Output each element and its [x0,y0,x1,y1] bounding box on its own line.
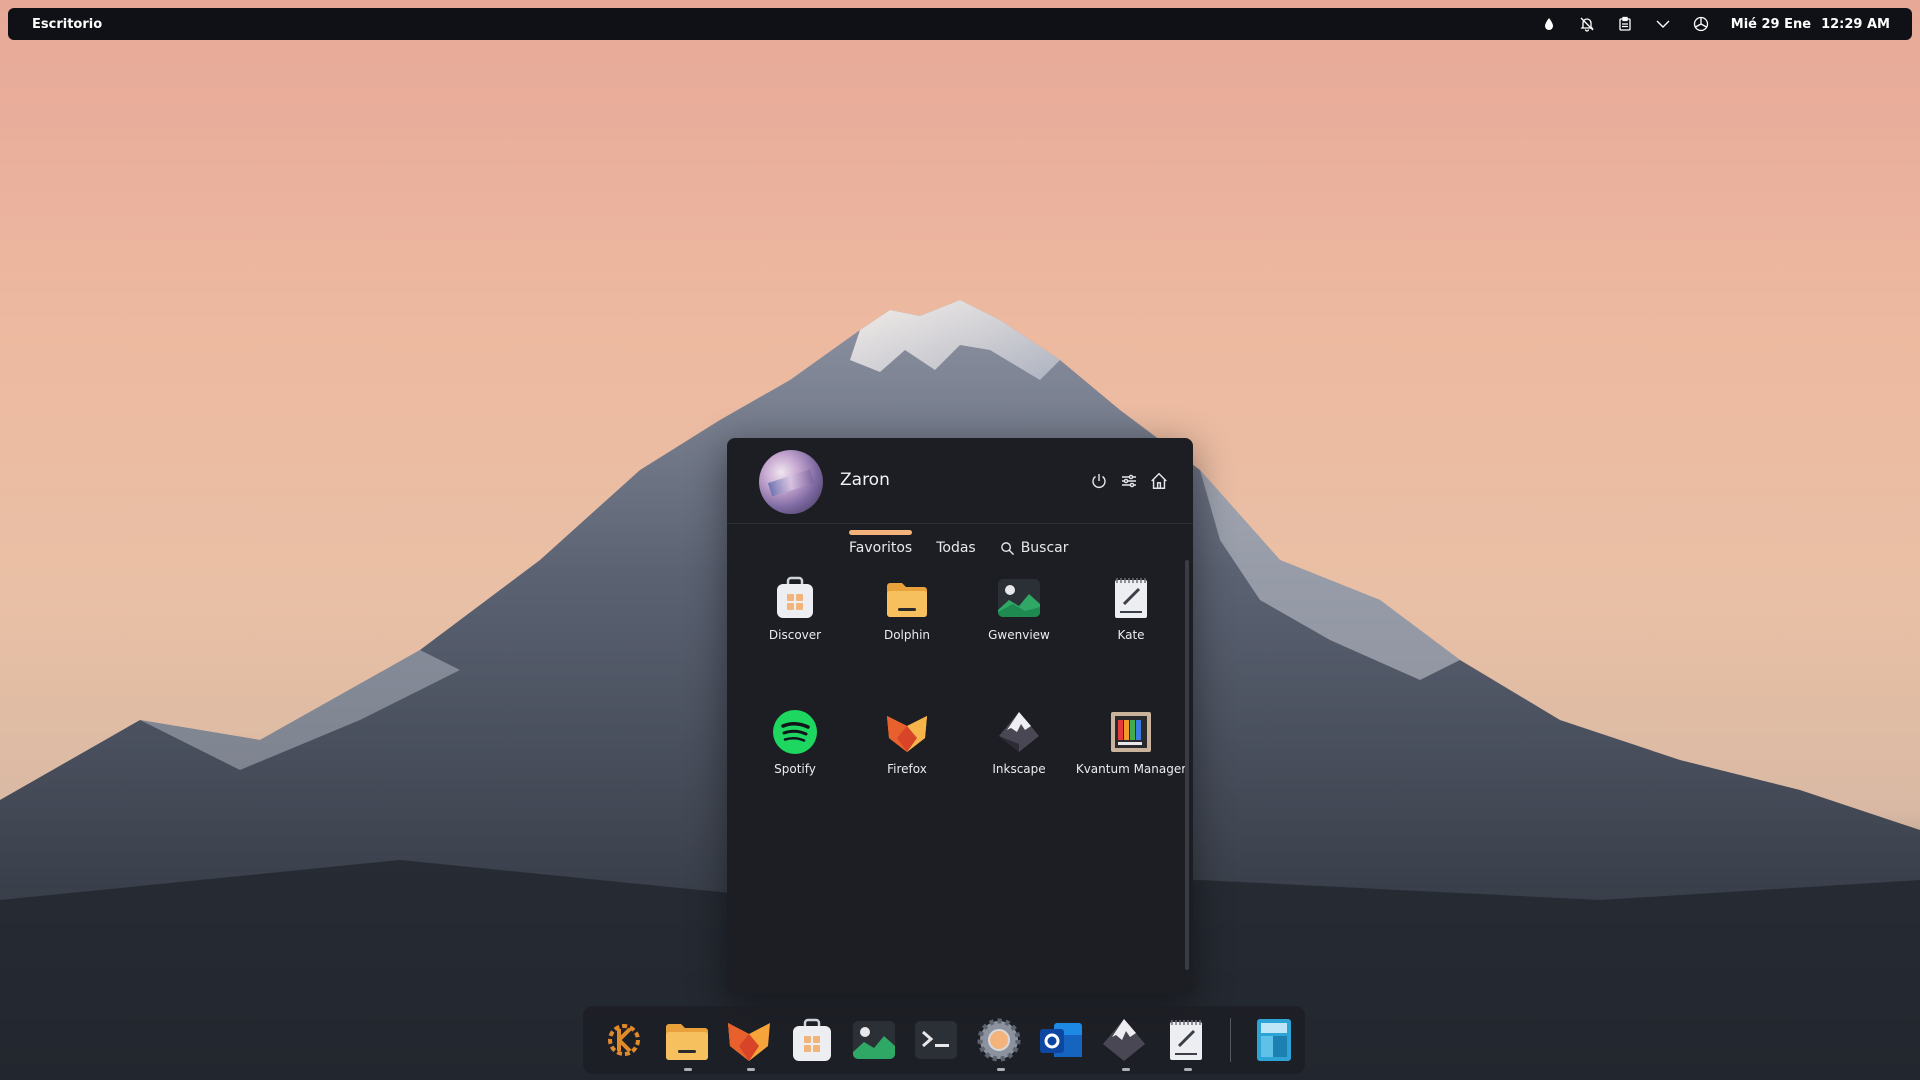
gwenview-icon [853,1021,896,1059]
dock-item-outlook[interactable] [1030,1007,1092,1073]
running-indicator [1184,1068,1193,1071]
kde-launcher-icon [608,1024,641,1056]
settings-sliders-icon[interactable] [1119,471,1139,491]
discover-icon [777,576,813,618]
dock-item-kcalc[interactable] [1242,1007,1304,1073]
app-label: Discover [768,628,822,642]
search-icon [1000,541,1014,555]
clipboard-icon[interactable] [1615,14,1635,34]
app-label: Firefox [887,762,927,776]
droplet-icon[interactable] [1539,14,1559,34]
app-label: Kvantum Manager [1075,762,1187,776]
time-label: 12:29 AM [1821,16,1890,32]
dock-item-konsole[interactable] [905,1007,967,1073]
desktop-label[interactable]: Escritorio [32,17,102,32]
firefox-icon [728,1023,771,1061]
header-actions [1089,471,1169,491]
kvantum-icon [1111,712,1151,752]
application-launcher: Zaron Favoritos Todas Buscar Discover Do… [727,438,1193,994]
kate-icon [1170,1020,1203,1060]
gwenview-icon [998,579,1040,617]
top-panel: Escritorio Mié 29 Ene 12:29 AM [8,8,1912,40]
tab-search[interactable]: Buscar [1000,530,1069,556]
dock-item-inkscape[interactable] [1093,1007,1155,1073]
clock[interactable]: Mié 29 Ene 12:29 AM [1731,17,1890,32]
home-icon[interactable] [1149,471,1169,491]
firefox-icon [887,716,927,752]
notifications-muted-icon[interactable] [1577,14,1597,34]
scrollbar[interactable] [1185,560,1189,970]
dock-item-firefox[interactable] [718,1007,780,1073]
system-tray: Mié 29 Ene 12:29 AM [1539,14,1890,34]
dock-item-kate[interactable] [1155,1007,1217,1073]
power-icon[interactable] [1089,471,1109,491]
discover-icon [792,1018,831,1061]
app-label: Gwenview [988,628,1050,642]
app-inkscape[interactable]: Inkscape [963,700,1075,810]
spotify-icon [773,710,817,754]
app-firefox[interactable]: Firefox [851,700,963,810]
running-indicator [1121,1068,1130,1071]
inkscape-icon [1102,1019,1145,1061]
chevron-down-icon[interactable] [1653,14,1673,34]
app-kate[interactable]: Kate [1075,566,1187,676]
app-kvantum-manager[interactable]: Kvantum Manager [1075,700,1187,810]
dock-item-gwenview[interactable] [843,1007,905,1073]
inkscape-icon [999,712,1039,752]
dock-item-discover[interactable] [780,1007,842,1073]
system-settings-icon [977,1018,1021,1062]
dock-item-kde-launcher[interactable] [593,1007,655,1073]
outlook-icon [1040,1023,1083,1057]
app-label: Dolphin [883,628,931,642]
app-gwenview[interactable]: Gwenview [963,566,1075,676]
network-icon[interactable] [1691,14,1711,34]
tab-all[interactable]: Todas [936,530,976,556]
running-indicator [746,1068,755,1071]
launcher-tabs: Favoritos Todas Buscar [849,530,1069,556]
tab-favorites[interactable]: Favoritos [849,530,913,556]
header-divider [727,523,1193,524]
app-label: Spotify [774,762,816,776]
dock-item-system-settings[interactable] [968,1007,1030,1073]
avatar[interactable] [759,450,823,514]
date-label: Mié 29 Ene [1730,16,1812,32]
app-spotify[interactable]: Spotify [739,700,851,810]
running-indicator [684,1068,693,1071]
dolphin-icon [887,583,927,617]
konsole-icon [915,1021,958,1059]
launcher-header: Zaron [727,438,1193,524]
dolphin-icon [665,1024,708,1060]
user-name: Zaron [840,470,890,490]
kcalc-icon [1256,1019,1291,1061]
app-dolphin[interactable]: Dolphin [851,566,963,676]
dock [583,1006,1305,1074]
app-label: Inkscape [992,762,1046,776]
dock-item-dolphin[interactable] [655,1007,717,1073]
dock-separator [1229,1018,1231,1062]
app-discover[interactable]: Discover [739,566,851,676]
running-indicator [996,1068,1005,1071]
search-label: Buscar [1020,540,1069,556]
app-label: Kate [1117,628,1145,642]
kate-icon [1115,578,1147,618]
